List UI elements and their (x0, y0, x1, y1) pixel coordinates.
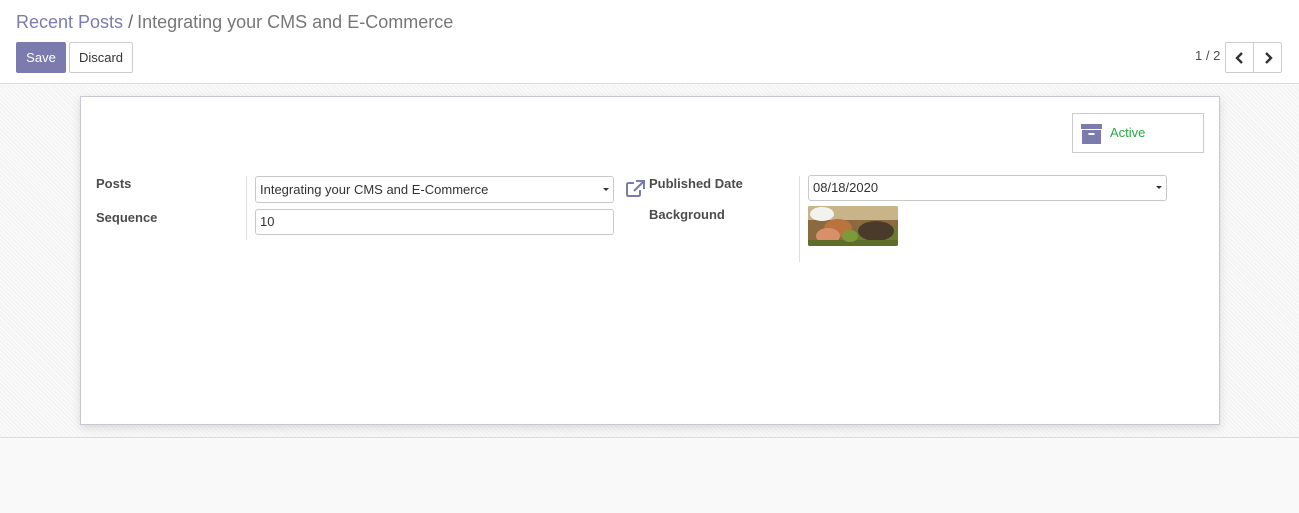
save-button[interactable]: Save (16, 42, 66, 73)
published-date-label: Published Date (649, 176, 743, 191)
right-group-divider (799, 176, 800, 262)
active-toggle-button[interactable]: Active (1072, 113, 1204, 153)
discard-button[interactable]: Discard (69, 42, 133, 73)
sequence-label: Sequence (96, 210, 158, 225)
breadcrumb: Recent Posts / Integrating your CMS and E-… (16, 10, 453, 34)
left-group-divider (246, 176, 247, 240)
sequence-input[interactable]: 10 (255, 209, 614, 235)
caret-down-icon (603, 188, 609, 191)
background-image[interactable] (808, 206, 898, 246)
background-label: Background (649, 207, 725, 222)
archive-icon (1081, 124, 1102, 144)
external-link-icon[interactable] (625, 179, 646, 198)
form-sheet: Active Posts Sequence Integrating your C… (80, 96, 1220, 425)
sequence-input-value: 10 (260, 214, 275, 229)
pager-next-button[interactable] (1253, 42, 1282, 73)
caret-down-icon (1156, 186, 1162, 189)
breadcrumb-separator: / (128, 12, 134, 32)
posts-select[interactable]: Integrating your CMS and E-Commerce (255, 176, 614, 203)
control-panel: Recent Posts / Integrating your CMS and E-… (0, 0, 1299, 84)
breadcrumb-recent-posts[interactable]: Recent Posts (16, 12, 123, 32)
active-status-label: Active (1110, 125, 1146, 140)
published-date-input[interactable]: 08/18/2020 (808, 175, 1167, 201)
posts-label: Posts (96, 176, 132, 191)
pager-previous-button[interactable] (1225, 42, 1254, 73)
breadcrumb-current: Integrating your CMS and E-Commerce (137, 12, 454, 32)
chevron-left-icon (1234, 51, 1243, 64)
published-date-value: 08/18/2020 (813, 180, 879, 195)
pager-value[interactable]: 1 / 2 (1195, 48, 1220, 64)
chevron-right-icon (1264, 51, 1273, 64)
posts-select-value: Integrating your CMS and E-Commerce (260, 182, 489, 197)
background-image-thumbnail (808, 206, 898, 246)
